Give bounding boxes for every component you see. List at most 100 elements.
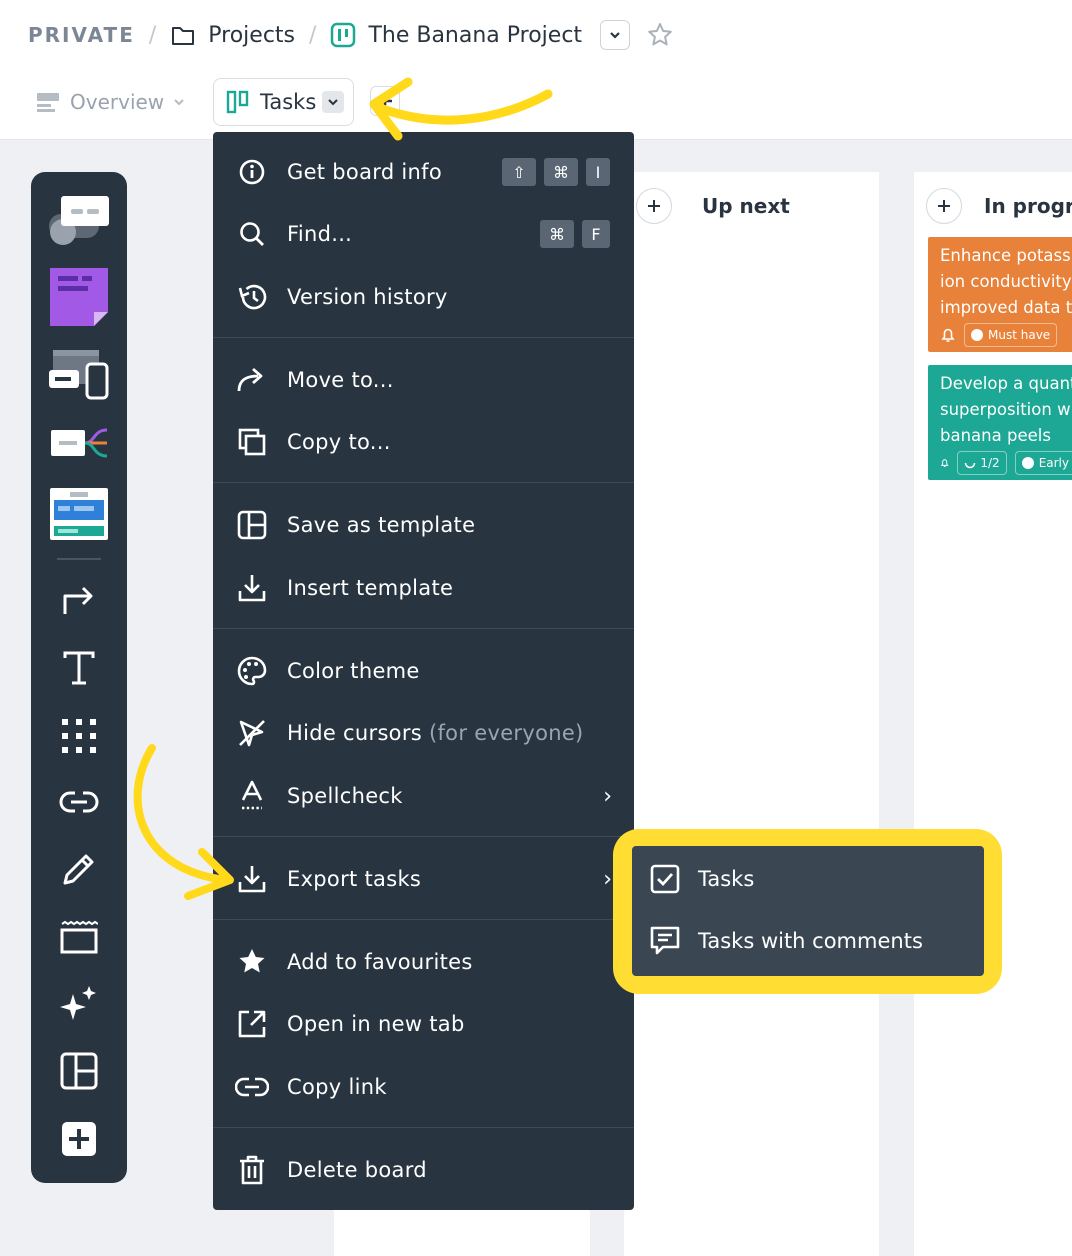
- menu-item-find[interactable]: Find... ⌘ F: [213, 204, 634, 264]
- grid-dots-icon: [62, 719, 96, 753]
- tab-tasks-dropdown[interactable]: [322, 91, 345, 113]
- shortcut-key: ⌘: [540, 220, 574, 248]
- tool-board-card[interactable]: [31, 194, 127, 246]
- plus-square-icon: [62, 1122, 96, 1156]
- creation-toolbar: [31, 172, 127, 1183]
- connector-arrow-icon: [63, 586, 93, 614]
- add-card-button[interactable]: [636, 188, 672, 224]
- keyboard-shortcut: ⇧ ⌘ I: [494, 158, 610, 186]
- tool-template[interactable]: [31, 1052, 127, 1090]
- card-text-line: superposition w: [940, 400, 1071, 419]
- kanban-icon: [226, 90, 249, 114]
- menu-item-spellcheck[interactable]: Spellcheck ›: [213, 766, 634, 826]
- menu-item-export-tasks[interactable]: Export tasks ›: [213, 849, 634, 909]
- tool-arrow[interactable]: [31, 582, 127, 618]
- menu-item-label: Insert template: [287, 576, 454, 600]
- column-title: In progre: [984, 194, 1072, 218]
- sticky-note-icon: [50, 268, 108, 326]
- menu-item-color-theme[interactable]: Color theme: [213, 641, 634, 701]
- menu-item-add-to-favourites[interactable]: Add to favourites: [213, 932, 634, 992]
- tool-table[interactable]: [31, 488, 127, 540]
- menu-item-hide-cursors[interactable]: Hide cursors (for everyone): [213, 703, 634, 763]
- search-icon: [235, 217, 269, 251]
- submenu-item-tasks[interactable]: Tasks: [632, 851, 984, 907]
- menu-item-label: Copy to...: [287, 430, 391, 454]
- tab-overview[interactable]: Overview: [36, 90, 196, 114]
- star-filled-icon: [235, 945, 269, 979]
- priority-tag: Must have: [964, 323, 1058, 347]
- board-options-menu: Get board info ⇧ ⌘ I Find... ⌘ F Version…: [213, 132, 634, 1210]
- menu-item-delete-board[interactable]: Delete board: [213, 1140, 634, 1200]
- overview-icon: [37, 93, 59, 112]
- submenu-item-tasks-with-comments[interactable]: Tasks with comments: [632, 913, 984, 969]
- bell-icon: [940, 459, 949, 467]
- menu-separator: [213, 628, 634, 629]
- copy-icon: [235, 425, 269, 459]
- board-dropdown-button[interactable]: [600, 20, 631, 50]
- favourite-star-icon[interactable]: [646, 21, 674, 49]
- tool-devices[interactable]: [31, 348, 127, 400]
- submenu-item-label: Tasks: [698, 867, 755, 891]
- menu-item-get-board-info[interactable]: Get board info ⇧ ⌘ I: [213, 142, 634, 202]
- tool-grid[interactable]: [31, 718, 127, 754]
- external-link-icon: [235, 1007, 269, 1041]
- tab-tasks[interactable]: Tasks: [213, 78, 354, 126]
- tool-mindmap[interactable]: [31, 424, 127, 464]
- info-icon: [235, 155, 269, 189]
- tool-text[interactable]: [31, 650, 127, 686]
- export-tasks-submenu: Tasks Tasks with comments: [632, 846, 984, 976]
- board-column-up-next: Up next: [624, 172, 879, 1256]
- history-icon: [235, 280, 269, 314]
- submenu-item-label: Tasks with comments: [698, 929, 923, 953]
- plus-icon: [938, 200, 950, 212]
- menu-item-label: Copy link: [287, 1075, 387, 1099]
- task-card[interactable]: Develop a quant superposition w banana p…: [928, 365, 1072, 480]
- menu-item-copy-link[interactable]: Copy link: [213, 1057, 634, 1117]
- menu-separator: [213, 919, 634, 920]
- link-icon: [235, 1070, 269, 1104]
- board-column-in-progress: In progre Enhance potassi ion conductivi…: [914, 172, 1072, 1256]
- menu-item-version-history[interactable]: Version history: [213, 267, 634, 327]
- menu-item-open-in-new-tab[interactable]: Open in new tab: [213, 994, 634, 1054]
- board-card-icon: [49, 196, 109, 245]
- menu-item-copy-to[interactable]: Copy to...: [213, 412, 634, 472]
- menu-item-label: Export tasks: [287, 867, 422, 891]
- template-icon: [60, 1052, 98, 1090]
- breadcrumb-board[interactable]: The Banana Project: [368, 23, 582, 48]
- tool-more[interactable]: [31, 1122, 127, 1156]
- breadcrumb-workspace[interactable]: PRIVATE: [28, 23, 135, 47]
- task-card[interactable]: Enhance potassi ion conductivity improve…: [928, 237, 1072, 352]
- menu-item-label: Move to...: [287, 368, 394, 392]
- menu-item-insert-template[interactable]: Insert template: [213, 558, 634, 618]
- breadcrumb-folder[interactable]: Projects: [208, 23, 295, 48]
- tool-pen[interactable]: [31, 850, 127, 888]
- menu-item-label: Delete board: [287, 1158, 427, 1182]
- card-text-line: improved data tr: [940, 298, 1072, 317]
- menu-item-label: Find...: [287, 222, 353, 246]
- menu-item-label: Spellcheck: [287, 784, 403, 808]
- keyboard-shortcut: ⌘ F: [532, 220, 610, 248]
- add-card-button[interactable]: [926, 188, 962, 224]
- table-icon: [50, 488, 108, 540]
- menu-item-label: Add to favourites: [287, 950, 473, 974]
- menu-item-label: Open in new tab: [287, 1012, 465, 1036]
- menu-item-label: Hide cursors (for everyone): [287, 721, 584, 745]
- hide-cursor-icon: [235, 716, 269, 750]
- menu-item-label: Color theme: [287, 659, 420, 683]
- add-view-button[interactable]: [370, 86, 400, 116]
- tool-sticky-note[interactable]: [31, 268, 127, 326]
- shortcut-key: I: [586, 158, 610, 186]
- priority-tag: Early: [1014, 451, 1072, 475]
- menu-item-move-to[interactable]: Move to...: [213, 350, 634, 410]
- tool-frame[interactable]: [31, 920, 127, 954]
- devices-icon: [49, 350, 109, 400]
- tool-link[interactable]: [31, 788, 127, 816]
- menu-item-save-as-template[interactable]: Save as template: [213, 495, 634, 555]
- toolbar-divider: [57, 558, 101, 560]
- text-icon: [63, 651, 95, 685]
- chevron-down-icon: [328, 99, 338, 106]
- board-icon: [330, 22, 356, 48]
- menu-item-label: Get board info: [287, 160, 443, 184]
- tool-ai[interactable]: [31, 984, 127, 1024]
- shortcut-key: ⌘: [544, 158, 578, 186]
